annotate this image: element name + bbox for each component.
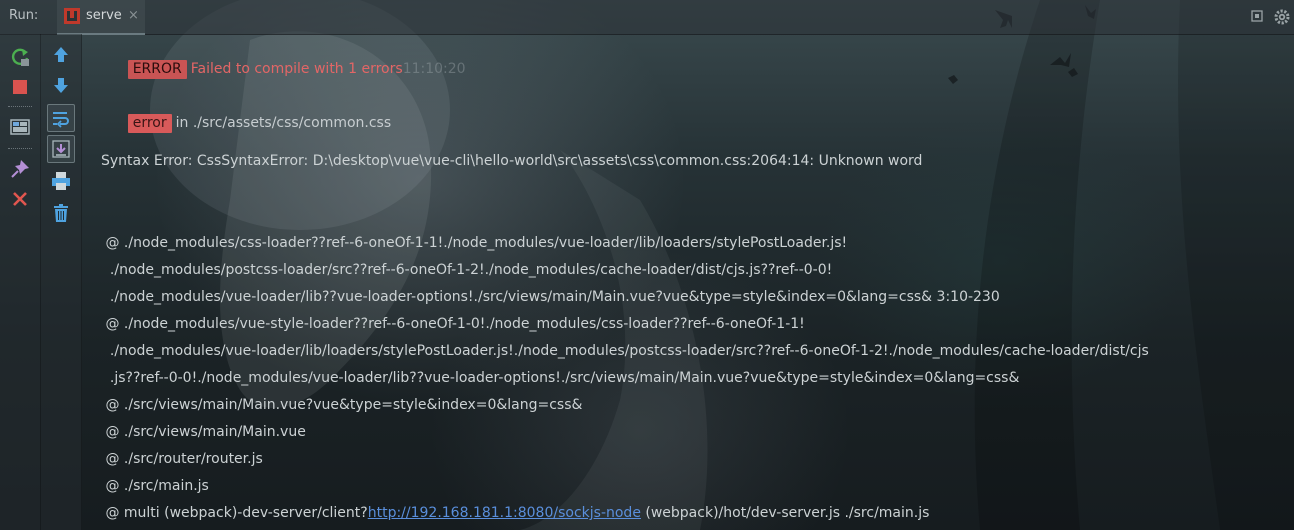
- stack-line: @ ./src/views/main/Main.vue: [101, 424, 306, 440]
- scroll-to-end-icon[interactable]: [47, 135, 75, 163]
- stack-line: .js??ref--0-0!./node_modules/vue-loader/…: [101, 370, 1020, 386]
- run-tool-window: Run: serve × ERROR Failed to compile wit…: [0, 0, 1294, 530]
- stack-line: @ ./src/views/main/Main.vue?vue&type=sty…: [101, 397, 583, 413]
- console-actions-toolbar: [41, 34, 82, 530]
- compile-error-header: ERROR Failed to compile with 1 errors11:1…: [101, 44, 466, 95]
- soft-wrap-icon[interactable]: [47, 104, 75, 132]
- arrow-up-icon[interactable]: [48, 42, 74, 68]
- compile-error-message: Failed to compile with 1 errors: [190, 61, 403, 77]
- tool-window-header: Run: serve ×: [0, 0, 1294, 35]
- close-icon[interactable]: [7, 186, 33, 212]
- tab-serve[interactable]: serve ×: [57, 0, 145, 35]
- stack-line: @ ./node_modules/vue-style-loader??ref--…: [101, 316, 805, 332]
- stack-line: @ ./src/router/router.js: [101, 451, 263, 467]
- stack-line: @ ./node_modules/css-loader??ref--6-oneO…: [101, 235, 848, 251]
- stack-line: ./node_modules/vue-loader/lib/loaders/st…: [101, 343, 1149, 359]
- trash-icon[interactable]: [48, 200, 74, 226]
- restore-icon[interactable]: [1247, 7, 1267, 27]
- run-label: Run:: [9, 8, 39, 23]
- sockjs-link[interactable]: http://192.168.181.1:8080/sockjs-node: [368, 505, 641, 521]
- stack-line: ./node_modules/vue-loader/lib??vue-loade…: [101, 289, 1000, 305]
- arrow-down-icon[interactable]: [48, 72, 74, 98]
- tab-close-icon[interactable]: ×: [128, 8, 139, 23]
- syntax-error-line: Syntax Error: CssSyntaxError: D:\desktop…: [101, 153, 923, 169]
- error-badge-upper: ERROR: [127, 60, 187, 79]
- error-location-line: error in ./src/assets/css/common.css: [101, 98, 391, 149]
- stack-line: ./node_modules/postcss-loader/src??ref--…: [101, 262, 833, 278]
- run-actions-toolbar: [0, 34, 41, 530]
- tab-label: serve: [86, 8, 122, 23]
- stop-icon[interactable]: [7, 74, 33, 100]
- print-icon[interactable]: [48, 168, 74, 194]
- stack-prefix: @ multi (webpack)-dev-server/client?: [101, 505, 368, 521]
- toolbar-separator: [8, 106, 32, 107]
- stack-line: @ ./src/main.js: [101, 478, 209, 494]
- console-output[interactable]: ERROR Failed to compile with 1 errors11:1…: [90, 34, 1290, 530]
- pin-icon[interactable]: [7, 156, 33, 182]
- error-badge: error: [127, 114, 172, 133]
- gear-icon[interactable]: [1272, 7, 1292, 27]
- layout-icon[interactable]: [7, 114, 33, 140]
- npm-config-icon: [63, 7, 81, 25]
- timestamp: 11:10:20: [402, 61, 466, 77]
- stack-line-multi: @ multi (webpack)-dev-server/client?http…: [101, 505, 929, 521]
- stack-suffix: (webpack)/hot/dev-server.js ./src/main.j…: [640, 505, 930, 521]
- rerun-icon[interactable]: [7, 44, 33, 70]
- error-location: in ./src/assets/css/common.css: [175, 115, 392, 131]
- toolbar-separator: [8, 148, 32, 149]
